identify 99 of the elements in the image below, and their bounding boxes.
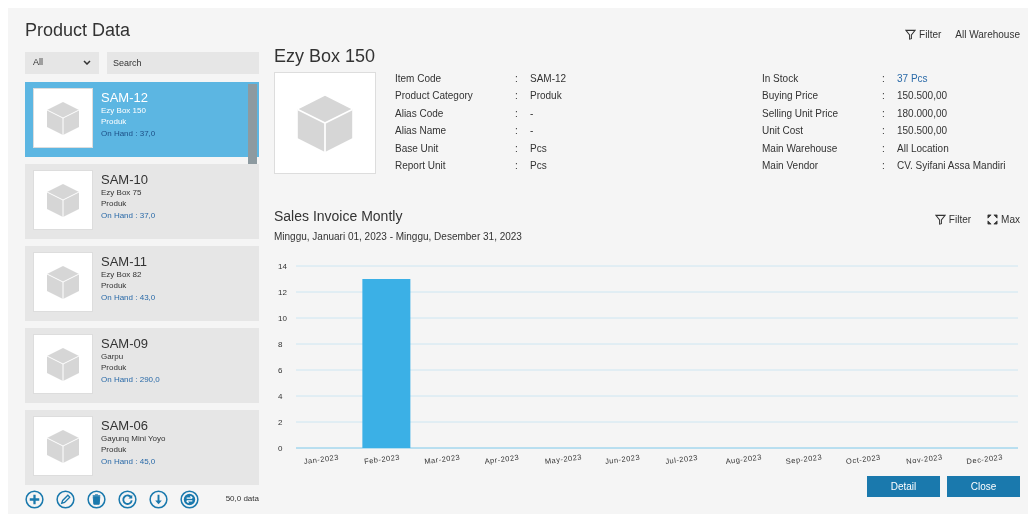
field-label: Alias Code [395,106,445,121]
swap-icon [180,489,199,509]
swap-button[interactable] [180,489,199,509]
refresh-button[interactable] [118,489,137,509]
product-code: SAM-10 [101,171,149,188]
on-hand-quantity: On Hand : 37,0 [101,209,156,221]
product-name: Garpu [101,351,125,363]
filter-icon [905,29,917,40]
colon-separator: : [515,89,519,104]
y-axis-label: 14 [278,262,287,272]
field-label: Alias Name [395,124,448,139]
scrollbar-thumb[interactable] [248,83,257,164]
product-name: Ezy Box 75 [101,187,143,199]
product-category: Produk [101,444,128,456]
colon-separator: : [882,141,886,156]
field-label: Buying Price [762,89,820,104]
product-name: Ezy Box 82 [101,269,143,281]
record-count: 50,0 data [225,493,259,506]
edit-button[interactable] [56,489,75,509]
filter-icon [934,213,946,225]
colon-separator: : [515,124,519,139]
category-dropdown[interactable]: All [25,51,99,74]
on-hand-quantity: On Hand : 45,0 [101,455,157,467]
colon-separator: : [515,159,519,174]
field-value: - [530,124,535,139]
field-value: Pcs [530,141,548,156]
field-label: Main Warehouse [762,141,839,156]
app-title: Product Data [25,20,132,42]
colon-separator: : [515,71,519,86]
field-value: CV. Syifani Assa Mandiri [897,159,1007,174]
field-label: Item Code [395,71,443,86]
field-value: 180.000,00 [897,106,949,121]
y-axis-label: 12 [278,288,287,298]
field-value: SAM-12 [530,71,568,86]
product-title: Ezy Box 150 [274,46,377,68]
product-category: Produk [101,362,128,374]
date-range: Minggu, Januari 01, 2023 - Minggu, Desember 31, 2023 [274,230,522,245]
colon-separator: : [515,106,519,121]
field-label: Base Unit [395,141,440,156]
field-label: Product Category [395,89,474,104]
chevron-down-icon [83,60,91,66]
product-card[interactable]: SAM-09 Garpu Produk On Hand : 290,0 [25,327,259,403]
colon-separator: : [882,71,886,86]
colon-separator: : [882,106,886,121]
y-axis-label: 2 [278,418,283,428]
field-label: Main Vendor [762,159,820,174]
product-name: Ezy Box 150 [101,105,147,117]
detail-button[interactable]: Detail [867,476,940,498]
y-axis-label: 0 [278,444,283,454]
product-code: SAM-06 [101,417,149,434]
field-value: - [530,106,535,121]
product-card[interactable]: SAM-11 Ezy Box 82 Produk On Hand : 43,0 [25,245,259,321]
field-value: All Location [897,141,950,156]
product-code: SAM-12 [101,89,149,106]
product-category: Produk [101,198,128,210]
product-category: Produk [101,116,128,128]
refresh-icon [118,489,137,509]
on-hand-quantity: On Hand : 43,0 [101,291,156,303]
field-label: Selling Unit Price [762,106,840,121]
product-name: Gayunq Mini Yoyo [101,433,166,445]
download-icon [149,489,168,509]
search-field[interactable]: Search [107,51,259,74]
filter-button[interactable]: Filter [905,27,942,42]
field-value: Pcs [530,159,548,174]
warehouse-selector[interactable]: All Warehouse [955,27,1020,42]
product-card[interactable]: SAM-12 Ezy Box 150 Produk On Hand : 37,0 [25,81,259,157]
field-label: Unit Cost [762,124,805,139]
field-label: In Stock [762,71,800,86]
y-axis-label: 10 [278,314,287,324]
colon-separator: : [882,124,886,139]
y-axis-label: 8 [278,340,283,350]
section-title: Sales Invoice Montly [274,207,404,225]
product-category: Produk [101,280,128,292]
add-button[interactable] [25,489,44,509]
product-code: SAM-11 [101,253,148,270]
y-axis-label: 4 [278,392,283,402]
colon-separator: : [515,141,519,156]
delete-button[interactable] [87,489,106,509]
product-code: SAM-09 [101,335,149,352]
field-label: Report Unit [395,159,447,174]
product-card[interactable]: SAM-06 Gayunq Mini Yoyo Produk On Hand : 45,0 [25,409,259,485]
download-button[interactable] [149,489,168,509]
pencil-icon [56,489,75,509]
colon-separator: : [882,89,886,104]
on-hand-quantity: On Hand : 37,0 [101,127,156,139]
y-axis-label: 6 [278,366,283,376]
product-card[interactable]: SAM-10 Ezy Box 75 Produk On Hand : 37,0 [25,163,259,239]
field-value: 150.500,00 [897,89,949,104]
field-value: 150.500,00 [897,124,949,139]
maximize-button[interactable]: Max [987,211,1020,227]
on-hand-quantity: On Hand : 290,0 [101,373,160,385]
colon-separator: : [882,159,886,174]
expand-icon [987,213,999,225]
field-value: 37 Pcs [897,71,929,86]
trash-icon [87,489,106,509]
add-icon [25,489,44,509]
field-value: Produk [530,89,563,104]
chart-filter-button[interactable]: Filter [934,211,972,227]
close-button[interactable]: Close [947,476,1020,498]
